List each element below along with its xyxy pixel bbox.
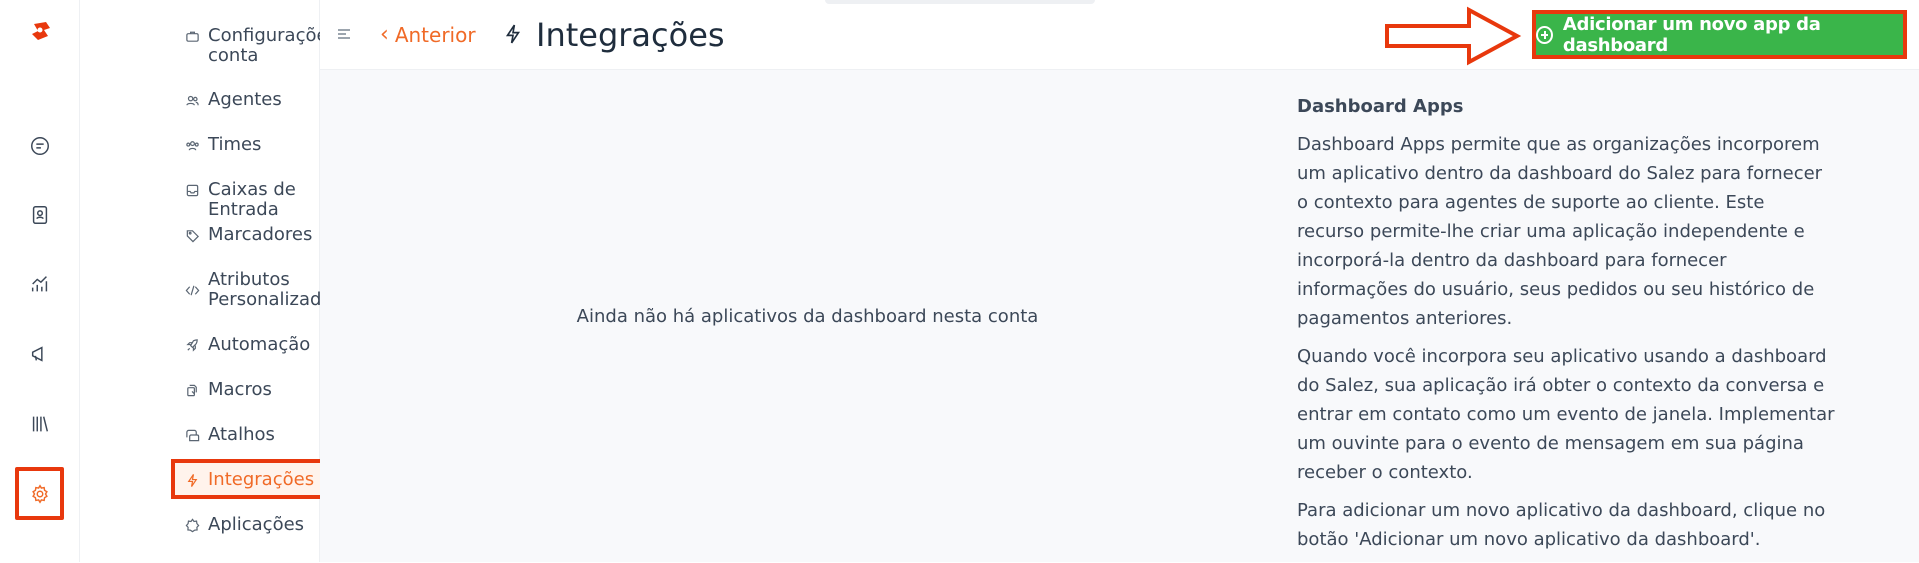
sidebar-item-marcadores[interactable]: Marcadores bbox=[160, 225, 330, 245]
settings-sidebar: Configurações da conta Agentes Times Cai… bbox=[80, 0, 388, 562]
campaigns-icon[interactable] bbox=[24, 338, 56, 370]
back-link[interactable]: ‹ Anterior bbox=[380, 22, 476, 47]
code-icon bbox=[182, 280, 202, 300]
macro-icon bbox=[182, 380, 202, 400]
sidebar-item-label: Caixas de Entrada bbox=[208, 179, 296, 220]
add-button-label: Adicionar um novo app da dashboard bbox=[1562, 13, 1821, 56]
settings-gear-icon[interactable] bbox=[24, 478, 56, 510]
help-title: Dashboard Apps bbox=[1297, 96, 1464, 117]
chevron-left-icon: ‹ bbox=[380, 22, 389, 47]
sidebar-item-label: Agentes bbox=[208, 89, 282, 110]
tag-icon bbox=[182, 225, 202, 245]
inbox-icon bbox=[182, 180, 202, 200]
flash-icon bbox=[182, 470, 202, 490]
page-title: Integrações bbox=[536, 16, 725, 54]
conversations-icon[interactable] bbox=[24, 130, 56, 162]
sidebar-item-automacao[interactable]: Automação bbox=[160, 335, 328, 355]
sidebar-item-label: Automação bbox=[208, 334, 311, 355]
contacts-icon[interactable] bbox=[24, 199, 56, 231]
sidebar-item-label: Integrações bbox=[208, 469, 315, 490]
brand-logo-icon[interactable] bbox=[26, 18, 54, 46]
sidebar-item-label: Times bbox=[208, 134, 262, 155]
briefcase-icon bbox=[182, 26, 202, 46]
help-paragraph: Quando você incorpora seu aplicativo usa… bbox=[1297, 346, 1835, 483]
reports-icon[interactable] bbox=[24, 268, 56, 300]
app-root: Configurações da conta Agentes Times Cai… bbox=[0, 0, 1919, 562]
library-icon[interactable] bbox=[24, 408, 56, 440]
empty-state: Ainda não há aplicativos da dashboard ne… bbox=[320, 70, 1295, 562]
back-label: Anterior bbox=[394, 22, 476, 47]
sidebar-item-caixas-de-entrada[interactable]: Caixas de Entrada bbox=[160, 180, 319, 220]
sidebar-item-integracoes[interactable]: Integrações bbox=[160, 470, 332, 490]
chat-bubbles-icon bbox=[182, 425, 202, 445]
sidebar-item-label: Atalhos bbox=[208, 424, 275, 445]
main-content: ‹ Anterior Integrações Adicionar um novo… bbox=[320, 0, 1919, 562]
sidebar-item-macros[interactable]: Macros bbox=[160, 380, 290, 400]
help-paragraph: Para adicionar um novo aplicativo da das… bbox=[1297, 500, 1826, 550]
sidebar-item-agentes[interactable]: Agentes bbox=[160, 90, 300, 110]
star-badge-icon bbox=[182, 515, 202, 535]
add-dashboard-app-button[interactable]: Adicionar um novo app da dashboard bbox=[1532, 10, 1907, 59]
top-divider bbox=[825, 0, 1095, 4]
menu-toggle-icon[interactable] bbox=[336, 26, 352, 46]
sidebar-item-aplicacoes[interactable]: Aplicações bbox=[160, 515, 322, 535]
page-header: ‹ Anterior Integrações Adicionar um novo… bbox=[320, 0, 1919, 70]
sidebar-item-label: Aplicações bbox=[208, 514, 305, 535]
plus-circle-icon bbox=[1536, 25, 1553, 44]
empty-state-message: Ainda não há aplicativos da dashboard ne… bbox=[576, 305, 1039, 327]
flash-icon bbox=[502, 22, 524, 50]
annotation-arrow-icon bbox=[1385, 6, 1522, 66]
primary-nav-rail bbox=[0, 0, 80, 562]
help-panel: Dashboard Apps Dashboard Apps permite qu… bbox=[1297, 92, 1837, 563]
people-icon bbox=[182, 90, 202, 110]
sidebar-item-label: Macros bbox=[208, 379, 272, 400]
team-icon bbox=[182, 135, 202, 155]
sidebar-item-times[interactable]: Times bbox=[160, 135, 279, 155]
sidebar-item-label: Marcadores bbox=[208, 224, 313, 245]
sidebar-item-atalhos[interactable]: Atalhos bbox=[160, 425, 293, 445]
rocket-icon bbox=[182, 335, 202, 355]
help-paragraph: Dashboard Apps permite que as organizaçõ… bbox=[1297, 134, 1823, 329]
